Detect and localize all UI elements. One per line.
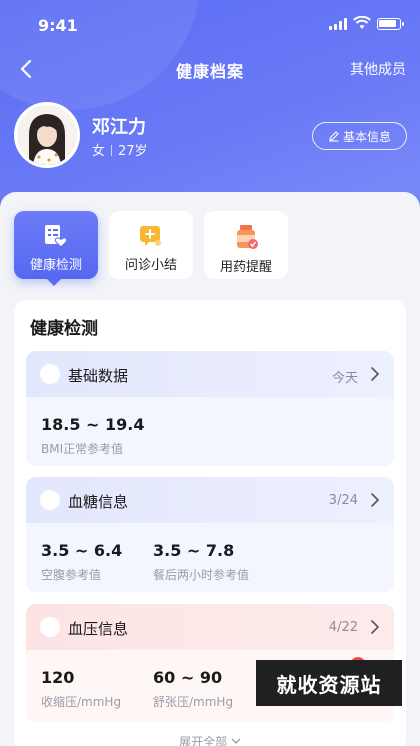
metric-caption: 舒张压/mmHg	[153, 695, 234, 709]
user-name: 邓江力	[92, 117, 146, 138]
card-icon	[40, 364, 60, 384]
card-title: 血压信息	[68, 620, 129, 638]
tab-health-check[interactable]: 健康检测	[14, 211, 98, 279]
metric-caption: 餐后两小时参考值	[153, 568, 250, 582]
other-members-link[interactable]: 其他成员	[350, 59, 406, 79]
battery-icon	[377, 18, 404, 30]
medicine-reminder-icon	[237, 225, 258, 249]
metric-value: 3.5 ~ 7.8	[153, 541, 235, 560]
metric-value: 60 ~ 90	[153, 668, 223, 687]
panel-title: 健康检测	[30, 319, 98, 339]
card-icon	[40, 617, 60, 637]
tab-consult-summary[interactable]: 问诊小结	[109, 211, 193, 279]
card-date: 3/24	[328, 493, 358, 508]
card-title: 血糖信息	[68, 493, 129, 511]
tab-label: 健康检测	[29, 258, 82, 273]
user-gender: 女	[92, 144, 106, 159]
expand-all-button[interactable]: 展开全部	[0, 733, 420, 746]
metric: 18.5 ~ 19.4 BMI正常参考值	[41, 415, 145, 457]
metric-caption: 收缩压/mmHg	[41, 695, 122, 709]
chevron-right-icon	[371, 493, 380, 507]
metric-value: 3.5 ~ 6.4	[41, 541, 123, 560]
navigation-bar: 健康档案 其他成员	[0, 52, 420, 86]
status-bar: 9:41	[0, 0, 420, 52]
metric: 120 收缩压/mmHg	[41, 668, 121, 710]
basic-info-button[interactable]: 基本信息	[312, 122, 407, 150]
user-meta: 女 27岁	[92, 140, 148, 159]
card-body: 3.5 ~ 6.4 空腹参考值 3.5 ~ 7.8 餐后两小时参考值	[26, 523, 394, 592]
avatar[interactable]	[14, 102, 80, 168]
metric: 3.5 ~ 6.4 空腹参考值	[41, 541, 122, 583]
blood-sugar-card[interactable]: 血糖信息 3/24 3.5 ~ 6.4 空腹参考值 3.5 ~ 7.8 餐后两小…	[26, 477, 394, 592]
basic-info-label: 基本信息	[342, 129, 391, 144]
edit-icon	[329, 131, 339, 142]
card-body: 18.5 ~ 19.4 BMI正常参考值	[26, 397, 394, 466]
tab-medicine-reminder[interactable]: 用药提醒	[204, 211, 288, 279]
active-tab-indicator	[47, 279, 61, 286]
card-date: 今天	[331, 371, 358, 386]
card-title: 基础数据	[68, 367, 129, 385]
metric-value: 18.5 ~ 19.4	[41, 415, 145, 434]
metric: 3.5 ~ 7.8 餐后两小时参考值	[153, 541, 249, 583]
status-time: 9:41	[38, 16, 78, 35]
wifi-icon	[353, 16, 371, 29]
health-check-icon	[45, 225, 68, 248]
expand-label: 展开全部	[179, 735, 228, 746]
metric-caption: BMI正常参考值	[41, 442, 124, 456]
metric: 60 ~ 90 舒张压/mmHg	[153, 668, 233, 710]
watermark-banner: 就收资源站	[256, 660, 402, 706]
card-icon	[40, 490, 60, 510]
chevron-right-icon	[371, 367, 380, 381]
avatar-photo	[17, 105, 77, 165]
chevron-down-icon	[231, 738, 241, 744]
card-date: 4/22	[328, 620, 358, 635]
metric-caption: 空腹参考值	[41, 568, 102, 582]
user-age: 27岁	[118, 144, 148, 159]
card-header: 血压信息 4/22	[26, 604, 394, 650]
cellular-signal-icon	[329, 18, 347, 30]
card-header: 血糖信息 3/24	[26, 477, 394, 523]
consult-summary-icon	[140, 226, 161, 246]
tab-label: 用药提醒	[219, 260, 272, 275]
tab-label: 问诊小结	[124, 258, 177, 273]
basic-data-card[interactable]: 基础数据 今天 18.5 ~ 19.4 BMI正常参考值	[26, 351, 394, 466]
card-header: 基础数据 今天	[26, 351, 394, 397]
divider	[111, 145, 113, 156]
chevron-right-icon	[371, 620, 380, 634]
metric-value: 120	[41, 668, 75, 687]
